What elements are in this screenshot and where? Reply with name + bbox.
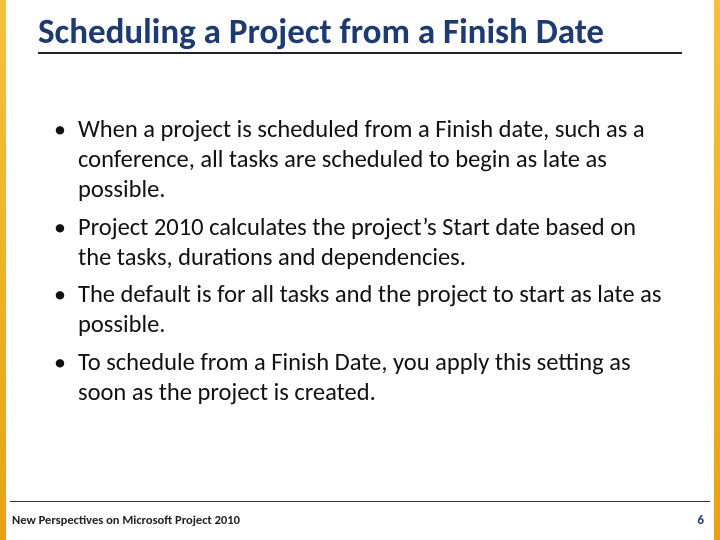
list-item: Project 2010 calculates the project’s St… [50,213,668,273]
list-item: To schedule from a Finish Date, you appl… [50,348,668,408]
title-block: Scheduling a Project from a Finish Date [38,12,682,54]
body-block: When a project is scheduled from a Finis… [50,115,668,416]
list-item: The default is for all tasks and the pro… [50,280,668,340]
accent-stripe-right [714,0,720,540]
footer-rule [10,501,710,502]
footer-text: New Perspectives on Microsoft Project 20… [12,513,240,528]
slide-title: Scheduling a Project from a Finish Date [38,12,682,52]
slide: Scheduling a Project from a Finish Date … [0,0,720,540]
list-item: When a project is scheduled from a Finis… [50,115,668,205]
bullet-list: When a project is scheduled from a Finis… [50,115,668,408]
page-number: 6 [697,513,704,528]
accent-stripe-left [0,0,6,540]
